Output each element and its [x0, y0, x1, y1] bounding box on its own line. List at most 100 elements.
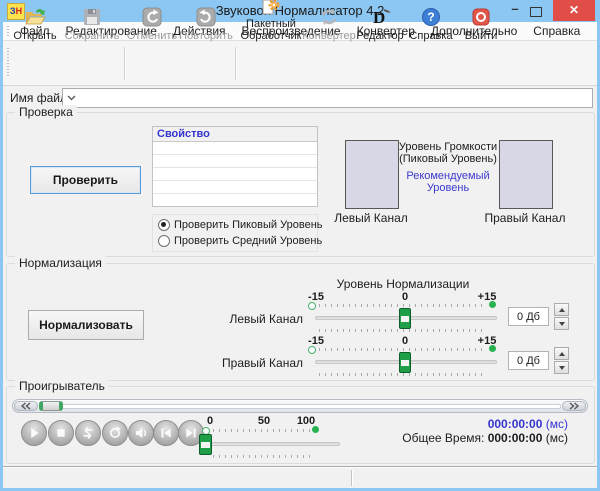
- play-icon: [22, 420, 46, 446]
- right-spin-down-button[interactable]: [554, 361, 569, 374]
- save-button[interactable]: Сохранить: [65, 4, 119, 42]
- left-slider-label: Левый Канал: [200, 312, 303, 326]
- scale-max-dot-icon: [312, 426, 319, 433]
- previous-button[interactable]: [153, 420, 179, 446]
- scale-min-dot-icon: [308, 302, 316, 310]
- redo-button[interactable]: Повторить: [180, 4, 232, 42]
- scale-max-dot-icon: [489, 345, 496, 352]
- seek-track: [39, 404, 561, 409]
- scale-min-label: -15: [302, 291, 330, 303]
- editor-d-icon: D: [369, 7, 391, 30]
- toolbar-separator: [124, 47, 125, 80]
- radio-unselected-icon: [158, 235, 170, 247]
- table-row: [153, 168, 317, 181]
- normalization-level-header: Уровень Нормализации: [303, 277, 503, 291]
- right-channel-label: Правый Канал: [483, 211, 567, 225]
- arrow-up-icon: [559, 308, 565, 312]
- stop-button[interactable]: [48, 420, 74, 446]
- undo-icon: [142, 7, 162, 30]
- volume-level-caption-1: Уровень Громкости: [398, 141, 498, 153]
- check-button[interactable]: Проверить: [30, 166, 141, 194]
- speaker-icon: [129, 420, 153, 446]
- right-channel-slider-handle[interactable]: [399, 352, 411, 373]
- svg-text:D: D: [373, 8, 385, 27]
- volume-slider-track[interactable]: [210, 442, 340, 446]
- property-table-header: Свойство: [153, 127, 317, 142]
- stop-icon: [49, 420, 73, 446]
- menu-grip: [7, 26, 9, 37]
- right-spin-up-button[interactable]: [554, 347, 569, 360]
- table-row: [153, 194, 317, 206]
- seek-thumb[interactable]: [39, 401, 63, 411]
- tick-marks: [319, 304, 486, 307]
- current-time: 000:00:00 (мс): [402, 417, 568, 431]
- right-channel-meter: [499, 140, 553, 209]
- normalize-button[interactable]: Нормализовать: [28, 310, 144, 340]
- tick-marks: [319, 329, 486, 332]
- check-mode-panel: Проверить Пиковый Уровень Проверить Сред…: [152, 214, 318, 252]
- arrow-down-icon: [559, 322, 565, 326]
- table-row: [153, 155, 317, 168]
- normalize-group-title: Нормализация: [15, 256, 106, 270]
- scale-min-label: -15: [302, 335, 330, 347]
- recommended-level-link-1[interactable]: Рекомендуемый: [398, 170, 498, 182]
- volume-min-label: 0: [198, 415, 222, 427]
- right-db-field[interactable]: 0 Дб: [508, 351, 549, 370]
- scale-max-dot-icon: [489, 301, 496, 308]
- scale-max-label: +15: [473, 291, 501, 303]
- repeat-button[interactable]: [102, 420, 128, 446]
- scale-mid-label: 0: [395, 291, 415, 303]
- seek-back-button[interactable]: [14, 401, 38, 411]
- tick-marks: [319, 348, 486, 351]
- arrow-up-icon: [559, 352, 565, 356]
- time-display: 000:00:00 (мс) Общее Время: 000:00:00 (м…: [402, 417, 568, 445]
- exit-button[interactable]: Выйти: [460, 4, 502, 42]
- status-bar: [3, 466, 597, 488]
- volume-level-caption-2: (Пиковый Уровень): [398, 153, 498, 165]
- seek-bar[interactable]: [12, 399, 588, 413]
- scale-min-dot-icon: [308, 346, 316, 354]
- open-button[interactable]: Открыть: [11, 4, 59, 42]
- toolbar-separator: [235, 47, 236, 80]
- editor-button[interactable]: D Редактор: [357, 4, 403, 42]
- filename-combobox[interactable]: [62, 88, 593, 108]
- swap-arrows-icon: [76, 420, 100, 446]
- save-floppy-icon: [82, 7, 102, 30]
- scale-max-label: +15: [473, 335, 501, 347]
- property-table: Свойство: [152, 126, 318, 207]
- player-group-title: Проигрыватель: [15, 379, 109, 393]
- left-spin-up-button[interactable]: [554, 303, 569, 316]
- radio-peak-level[interactable]: Проверить Пиковый Уровень: [158, 219, 323, 231]
- toolbar: [3, 41, 597, 86]
- help-button[interactable]: ? Справка: [408, 4, 454, 42]
- undo-button[interactable]: Отменить: [128, 4, 176, 42]
- volume-slider-handle[interactable]: [199, 434, 212, 455]
- left-channel-slider-handle[interactable]: [399, 308, 411, 329]
- open-folder-icon: [24, 7, 46, 30]
- close-button[interactable]: ✕: [553, 0, 595, 21]
- toolbar-grip: [7, 48, 9, 78]
- play-button[interactable]: [21, 420, 47, 446]
- minimize-button[interactable]: –: [505, 0, 525, 21]
- recommended-level-link-2[interactable]: Уровень: [398, 182, 498, 194]
- converter-button[interactable]: Конвертер: [303, 4, 355, 42]
- volume-button[interactable]: [128, 420, 154, 446]
- left-channel-label: Левый Канал: [329, 211, 413, 225]
- status-bar-divider: [351, 470, 352, 486]
- power-exit-icon: [471, 7, 491, 30]
- radio-average-level[interactable]: Проверить Средний Уровень: [158, 235, 322, 247]
- batch-processor-button[interactable]: Пакетный Обработчик: [239, 4, 303, 42]
- menu-help[interactable]: Справка: [525, 24, 588, 38]
- redo-icon: [196, 7, 216, 30]
- app-window: ЗН Звуковой Нормализатор 4.2 – ✕ Файл Ре…: [0, 0, 600, 491]
- left-spin-down-button[interactable]: [554, 317, 569, 330]
- check-group-title: Проверка: [15, 105, 77, 119]
- left-db-field[interactable]: 0 Дб: [508, 307, 549, 326]
- maximize-button[interactable]: [530, 7, 542, 17]
- double-arrow-right-icon: [568, 402, 580, 410]
- swap-channels-button[interactable]: [75, 420, 101, 446]
- seek-forward-button[interactable]: [562, 401, 586, 411]
- left-channel-meter: [345, 140, 399, 209]
- convert-arrows-icon: [319, 7, 339, 30]
- skip-back-icon: [154, 420, 178, 446]
